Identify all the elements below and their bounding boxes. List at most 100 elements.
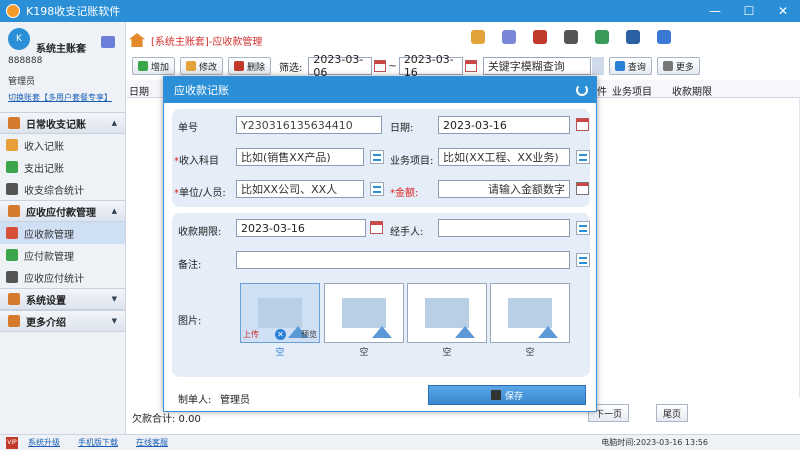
receivable-icon [6, 227, 18, 239]
image-slot-4[interactable] [490, 283, 570, 343]
vip-shortcut[interactable] [524, 26, 555, 48]
add-label: 增加 [151, 62, 170, 73]
image-placeholder-icon [258, 298, 308, 338]
column-project[interactable]: 业务项目 [612, 83, 652, 98]
upgrade-link[interactable]: 系统升级 [28, 437, 60, 448]
calendar-icon[interactable] [464, 60, 477, 72]
home-icon[interactable] [129, 33, 145, 47]
filter-label: 筛选: [279, 62, 303, 74]
calendar-icon[interactable] [576, 118, 589, 131]
summary-text: 欠款合计: 0.00 [132, 414, 201, 425]
images-label: 图片: [178, 316, 202, 327]
key-shortcut[interactable] [617, 26, 648, 48]
doc-no-label: 单号 [178, 123, 198, 134]
last-page-button[interactable]: 尾页 [656, 404, 689, 422]
account-avatar: K [8, 28, 30, 50]
maximize-button[interactable]: ☐ [732, 0, 766, 22]
creator-value: 管理员 [220, 395, 250, 406]
image-slot-3[interactable] [407, 283, 487, 343]
list-icon[interactable] [576, 253, 590, 267]
item-label: 应收应付统计 [24, 273, 84, 285]
unit-input[interactable]: 比如XX公司、XX人 [236, 180, 364, 198]
date-input[interactable]: 2023-03-16 [438, 116, 570, 134]
item-label: 支出记账 [24, 163, 64, 175]
power-close-icon[interactable] [576, 84, 588, 96]
section-label: 系统设置 [26, 295, 66, 307]
users-shortcut[interactable] [586, 26, 617, 48]
deadline-input[interactable]: 2023-03-16 [236, 219, 366, 237]
amount-label: *金额: [390, 188, 419, 199]
image-caption: 空 [442, 348, 452, 358]
add-button[interactable]: 增加 [132, 57, 176, 75]
switch-account-link[interactable]: 切换账套【多用户套餐专享】 [8, 92, 112, 103]
minimize-button[interactable]: — [698, 0, 732, 22]
clock: 电脑时间:2023-03-16 13:56 [601, 438, 708, 447]
preview-link[interactable]: 预览 [301, 329, 317, 340]
calculator-icon[interactable] [576, 182, 589, 195]
list-icon[interactable] [370, 182, 384, 196]
sidebar-section-settings[interactable]: 系统设置 ▼ [0, 288, 125, 310]
mobile-download-link[interactable]: 手机版下载 [78, 437, 118, 448]
amount-input[interactable]: 请输入金额数字 [438, 180, 570, 198]
account-settings-icon[interactable] [101, 36, 115, 48]
dialog-title-bar: 应收款记账 [164, 77, 596, 103]
column-partial: 件 [597, 87, 607, 98]
sidebar-item-stats[interactable]: 收支综合统计 [0, 178, 125, 200]
sidebar-item-payable[interactable]: 应付款管理 [0, 244, 125, 266]
upload-link[interactable]: 上传 [243, 329, 259, 340]
sidebar-item-expense[interactable]: 支出记账 [0, 156, 125, 178]
list-icon[interactable] [576, 150, 590, 164]
sidebar-item-receivable[interactable]: 应收款管理 [0, 222, 125, 244]
delete-icon [234, 61, 245, 71]
image-slot-2[interactable] [324, 283, 404, 343]
delete-image-icon[interactable]: ✕ [275, 329, 286, 340]
more-button[interactable]: 更多 [656, 57, 700, 75]
query-button[interactable]: 查询 [608, 57, 652, 75]
support-link[interactable]: 在线客服 [136, 437, 168, 448]
calendar-icon[interactable] [374, 60, 387, 72]
save-icon [490, 390, 501, 400]
bar-chart-icon [6, 271, 18, 283]
calc-shortcut[interactable] [555, 26, 586, 48]
sidebar-item-ar-stats[interactable]: 应收应付统计 [0, 266, 125, 288]
project-input[interactable]: 比如(XX工程、XX业务) [438, 148, 570, 166]
date-to-input[interactable]: 2023-03-16 [398, 53, 463, 79]
chevron-down-icon: ▼ [111, 317, 117, 325]
save-button[interactable]: 保存 [428, 385, 586, 405]
expense-icon [6, 161, 18, 173]
handler-label: 经手人: [390, 227, 424, 238]
extra-info-panel: 收款期限: 2023-03-16 经手人: 备注: 图片: 上传 ✕ 预览 空 … [172, 213, 590, 377]
vip-icon [532, 30, 547, 44]
dropdown-icon[interactable] [591, 57, 604, 75]
column-date[interactable]: 日期 [129, 83, 149, 98]
sidebar-section-daily[interactable]: 日常收支记账 ▲ [0, 112, 125, 134]
more-label: 更多 [675, 62, 694, 73]
dialog-title: 应收款记账 [174, 84, 229, 97]
doc-no-input[interactable]: Y230316135634410 [236, 116, 382, 134]
title-bar: K198收支记账软件 — ☐ ✕ [0, 0, 800, 22]
window-shortcut[interactable] [493, 26, 524, 48]
income-subject-input[interactable]: 比如(销售XX产品) [236, 148, 364, 166]
edit-button[interactable]: 修改 [180, 57, 224, 75]
sidebar-item-income[interactable]: 收入记账 [0, 134, 125, 156]
sidebar-section-receivable[interactable]: 应收应付款管理 ▲ [0, 200, 125, 222]
sidebar-section-more[interactable]: 更多介绍 ▼ [0, 310, 125, 332]
search-icon [614, 61, 625, 71]
image-slot-1[interactable]: 上传 ✕ 预览 [240, 283, 320, 343]
image-caption: 空 [359, 348, 369, 358]
calendar-icon[interactable] [370, 221, 383, 234]
list-icon[interactable] [370, 150, 384, 164]
date-from-input[interactable]: 2023-03-06 [308, 53, 373, 79]
close-window-button[interactable]: ✕ [766, 0, 800, 22]
home-shortcut[interactable] [462, 26, 493, 48]
column-deadline[interactable]: 收款期限 [672, 83, 712, 98]
remark-input[interactable] [236, 251, 570, 269]
handler-input[interactable] [438, 219, 570, 237]
support-shortcut[interactable] [648, 26, 679, 48]
delete-button[interactable]: 删除 [228, 57, 272, 75]
unit-label-text: 单位/人员: [179, 188, 226, 199]
search-input[interactable]: 关键字模糊查询 [482, 57, 591, 75]
sidebar: K 系统主账套 888888 管理员 切换账套【多用户套餐专享】 日常收支记账 ▲… [0, 22, 126, 434]
list-icon[interactable] [576, 221, 590, 235]
amount-label-text: 金额: [395, 188, 419, 199]
